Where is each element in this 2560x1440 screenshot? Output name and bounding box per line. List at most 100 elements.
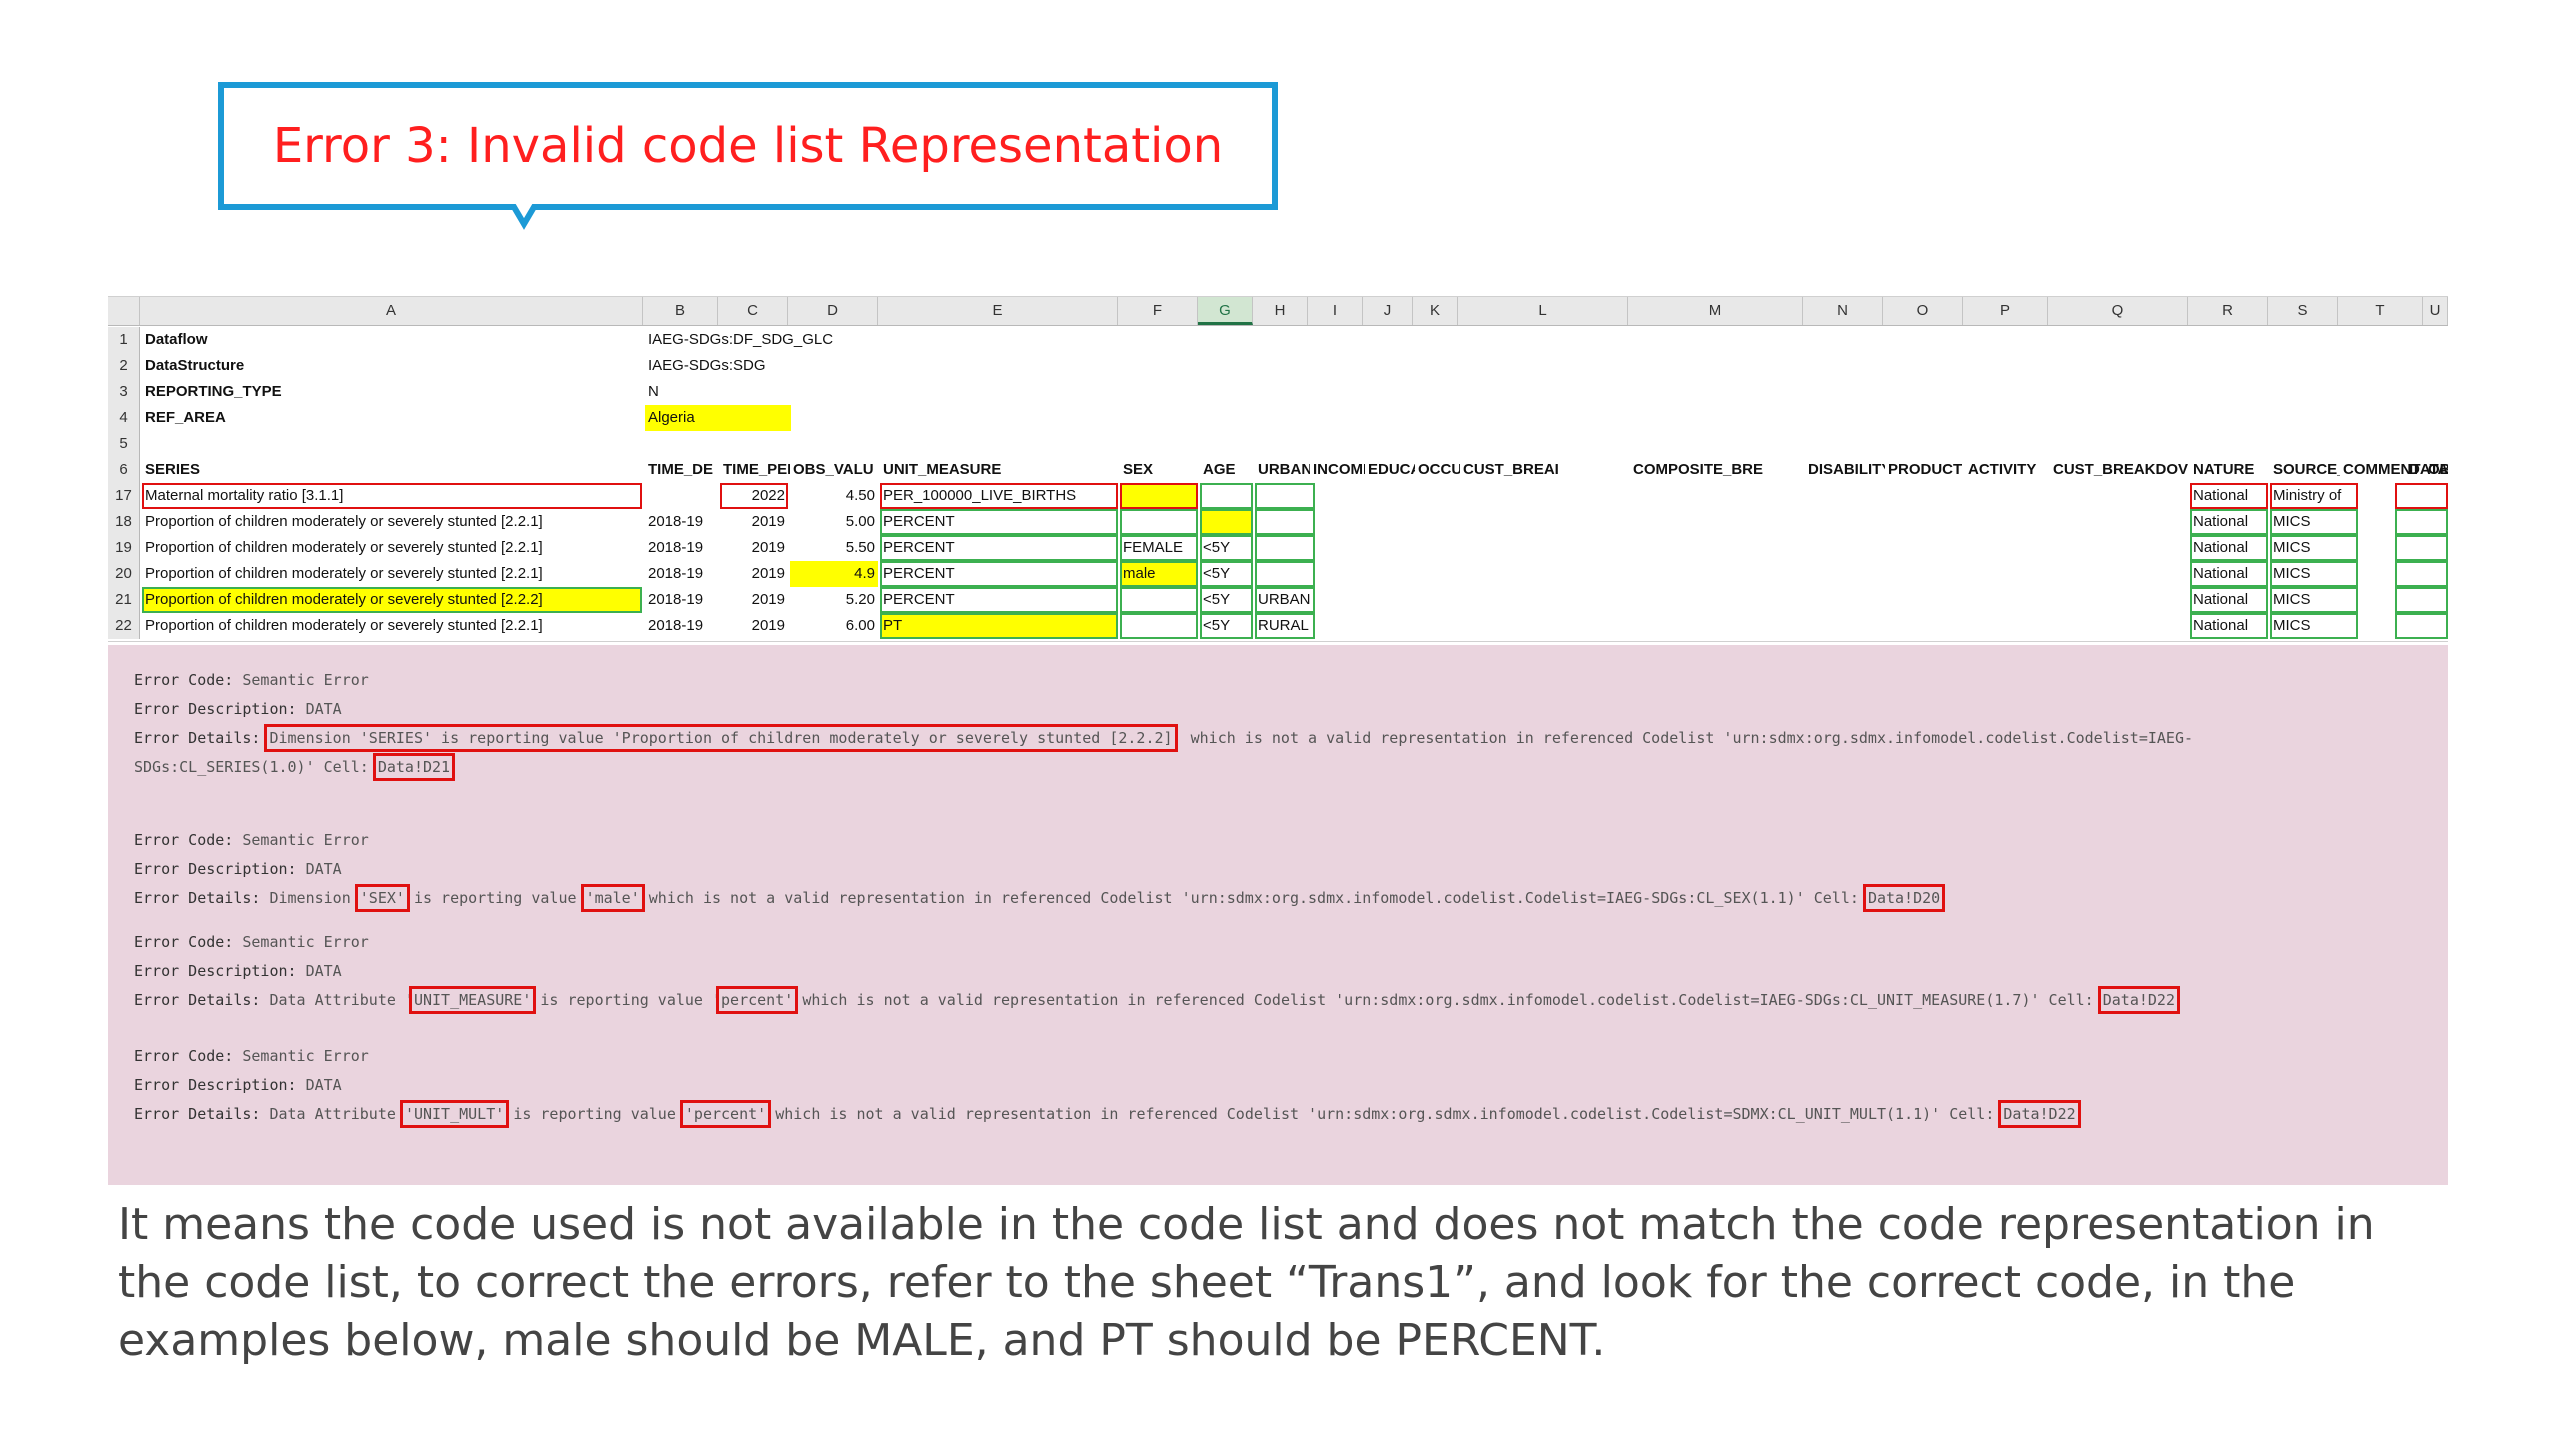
column-title[interactable]: UNIT_MEASURE <box>880 457 1120 483</box>
sex-cell[interactable] <box>1120 509 1198 535</box>
column-header-e[interactable]: E <box>878 297 1118 325</box>
meta-value[interactable]: IAEG-SDGs:SDG <box>645 353 1045 379</box>
sex-cell[interactable]: male <box>1120 561 1198 587</box>
column-header-p[interactable]: P <box>1963 297 2048 325</box>
data-cell[interactable] <box>2395 613 2448 639</box>
column-title[interactable]: PRODUCT <box>1885 457 1965 483</box>
sex-cell[interactable]: FEMALE <box>1120 535 1198 561</box>
unit-measure-cell[interactable]: PT <box>880 613 1118 639</box>
meta-key[interactable]: REPORTING_TYPE <box>142 379 642 405</box>
column-header-m[interactable]: M <box>1628 297 1803 325</box>
unit-measure-cell[interactable]: PERCENT <box>880 509 1118 535</box>
time-period-cell[interactable]: 2019 <box>720 587 788 613</box>
series-cell[interactable]: Proportion of children moderately or sev… <box>142 587 642 613</box>
column-title[interactable]: SOURCE_DI <box>2270 457 2340 483</box>
row-header-17[interactable]: 17 <box>108 483 140 509</box>
obs-value-cell[interactable]: 4.50 <box>790 483 878 509</box>
nature-cell[interactable]: National <box>2190 535 2268 561</box>
column-title[interactable]: CUST_BREAI <box>1460 457 1630 483</box>
series-cell[interactable]: Proportion of children moderately or sev… <box>142 509 642 535</box>
nature-cell[interactable]: National <box>2190 509 2268 535</box>
source-cell[interactable]: MICS <box>2270 535 2358 561</box>
row-header-18[interactable]: 18 <box>108 509 140 535</box>
column-title[interactable]: TIME_PEI <box>720 457 790 483</box>
obs-value-cell[interactable]: 5.50 <box>790 535 878 561</box>
time-detail-cell[interactable]: 2018-19 <box>645 613 718 639</box>
source-cell[interactable]: MICS <box>2270 561 2358 587</box>
sex-cell[interactable] <box>1120 587 1198 613</box>
nature-cell[interactable]: National <box>2190 561 2268 587</box>
meta-value[interactable]: Algeria <box>645 405 791 431</box>
column-title[interactable]: NATURE <box>2190 457 2270 483</box>
column-title[interactable]: OBS_VALU <box>790 457 880 483</box>
column-header-r[interactable]: R <box>2188 297 2268 325</box>
series-cell[interactable]: Proportion of children moderately or sev… <box>142 561 642 587</box>
data-cell[interactable] <box>2395 535 2448 561</box>
time-period-cell[interactable]: 2022 <box>720 483 788 509</box>
column-header-n[interactable]: N <box>1803 297 1883 325</box>
urban-cell[interactable] <box>1255 561 1315 587</box>
meta-value[interactable]: IAEG-SDGs:DF_SDG_GLC <box>645 327 1045 353</box>
source-cell[interactable]: MICS <box>2270 587 2358 613</box>
urban-cell[interactable] <box>1255 509 1315 535</box>
time-detail-cell[interactable]: 2018-19 <box>645 587 718 613</box>
source-cell[interactable]: MICS <box>2270 613 2358 639</box>
urban-cell[interactable] <box>1255 535 1315 561</box>
column-header-d[interactable]: D <box>788 297 878 325</box>
column-header-l[interactable]: L <box>1458 297 1628 325</box>
column-title[interactable]: COMPOSITE_BRE <box>1630 457 1805 483</box>
column-title[interactable]: URBANI <box>1255 457 1310 483</box>
source-cell[interactable]: MICS <box>2270 509 2358 535</box>
column-header-k[interactable]: K <box>1413 297 1458 325</box>
time-period-cell[interactable]: 2019 <box>720 535 788 561</box>
row-header-4[interactable]: 4 <box>108 405 140 431</box>
column-title[interactable]: INCOME <box>1310 457 1365 483</box>
column-title[interactable]: SEX <box>1120 457 1200 483</box>
nature-cell[interactable]: National <box>2190 587 2268 613</box>
unit-measure-cell[interactable]: PERCENT <box>880 561 1118 587</box>
row-header-5[interactable]: 5 <box>108 431 140 457</box>
column-header-o[interactable]: O <box>1883 297 1963 325</box>
column-header-j[interactable]: J <box>1363 297 1413 325</box>
time-period-cell[interactable]: 2019 <box>720 561 788 587</box>
column-header-s[interactable]: S <box>2268 297 2338 325</box>
urban-cell[interactable]: RURAL <box>1255 613 1315 639</box>
nature-cell[interactable]: National <box>2190 483 2268 509</box>
column-title[interactable]: SERIES <box>142 457 645 483</box>
age-cell[interactable]: <5Y <box>1200 561 1253 587</box>
time-detail-cell[interactable]: 2018-19 <box>645 509 718 535</box>
obs-value-cell[interactable]: 5.00 <box>790 509 878 535</box>
meta-key[interactable]: DataStructure <box>142 353 642 379</box>
data-cell[interactable] <box>2395 483 2448 509</box>
age-cell[interactable]: <5Y <box>1200 587 1253 613</box>
unit-measure-cell[interactable]: PERCENT <box>880 535 1118 561</box>
row-header-20[interactable]: 20 <box>108 561 140 587</box>
age-cell[interactable] <box>1200 509 1253 535</box>
series-cell[interactable]: Maternal mortality ratio [3.1.1] <box>142 483 642 509</box>
obs-value-cell[interactable]: 6.00 <box>790 613 878 639</box>
source-cell[interactable]: Ministry of <box>2270 483 2358 509</box>
column-title[interactable]: OCCUP <box>1415 457 1460 483</box>
time-period-cell[interactable]: 2019 <box>720 509 788 535</box>
sex-cell[interactable] <box>1120 613 1198 639</box>
age-cell[interactable]: <5Y <box>1200 535 1253 561</box>
time-detail-cell[interactable]: 2018-19 <box>645 535 718 561</box>
time-period-cell[interactable]: 2019 <box>720 613 788 639</box>
age-cell[interactable]: <5Y <box>1200 613 1253 639</box>
obs-value-cell[interactable]: 4.9 <box>790 561 878 587</box>
meta-key[interactable]: Dataflow <box>142 327 642 353</box>
sex-cell[interactable] <box>1120 483 1198 509</box>
urban-cell[interactable]: URBAN <box>1255 587 1315 613</box>
urban-cell[interactable] <box>1255 483 1315 509</box>
row-header-21[interactable]: 21 <box>108 587 140 613</box>
row-header-1[interactable]: 1 <box>108 327 140 353</box>
row-header-22[interactable]: 22 <box>108 613 140 639</box>
column-title[interactable]: DISABILITY <box>1805 457 1885 483</box>
row-header-2[interactable]: 2 <box>108 353 140 379</box>
row-header-3[interactable]: 3 <box>108 379 140 405</box>
age-cell[interactable] <box>1200 483 1253 509</box>
data-cell[interactable] <box>2395 561 2448 587</box>
series-cell[interactable]: Proportion of children moderately or sev… <box>142 535 642 561</box>
column-header-f[interactable]: F <box>1118 297 1198 325</box>
column-header-i[interactable]: I <box>1308 297 1363 325</box>
